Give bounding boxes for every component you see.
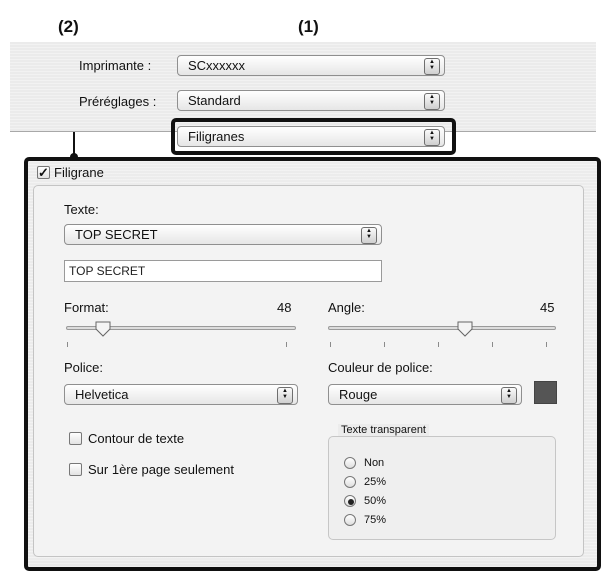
size-label: Format: — [64, 300, 109, 315]
slider-tick — [492, 342, 493, 347]
radio-non-label: Non — [364, 457, 385, 469]
popup-arrows-icon: ▲ ▼ — [501, 387, 517, 404]
transparency-title: Texte transparent — [338, 424, 429, 436]
first-page-checkbox-label: Sur 1ère page seulement — [88, 462, 234, 477]
color-popup[interactable]: Rouge ▲ ▼ — [328, 384, 522, 405]
color-label: Couleur de police: — [328, 360, 433, 375]
slider-tick — [286, 342, 287, 347]
slider-tick — [330, 342, 331, 347]
watermark-checkbox[interactable]: ✓ — [37, 166, 50, 179]
radio-75[interactable] — [344, 514, 356, 526]
font-popup-value: Helvetica — [75, 387, 129, 402]
slider-tick — [384, 342, 385, 347]
angle-slider-thumb[interactable] — [456, 320, 474, 338]
text-popup[interactable]: TOP SECRET ▲ ▼ — [64, 224, 382, 245]
printer-popup[interactable]: SCxxxxxx ▲ ▼ — [177, 55, 445, 76]
outline-checkbox[interactable] — [69, 432, 82, 445]
color-swatch[interactable] — [534, 381, 557, 404]
radio-selected-dot — [348, 499, 354, 505]
first-page-checkbox[interactable] — [69, 463, 82, 476]
popup-arrows-icon: ▲ ▼ — [424, 129, 440, 146]
text-label: Texte: — [64, 202, 99, 217]
radio-50-label: 50% — [364, 495, 387, 507]
radio-25[interactable] — [344, 476, 356, 488]
angle-label: Angle: — [328, 300, 365, 315]
transparency-group — [328, 436, 556, 540]
size-slider-thumb[interactable] — [94, 320, 112, 338]
popup-arrows-icon: ▲ ▼ — [424, 93, 440, 110]
radio-non[interactable] — [344, 457, 356, 469]
radio-25-label: 25% — [364, 476, 387, 488]
slider-tick — [67, 342, 68, 347]
slider-tick — [546, 342, 547, 347]
font-popup[interactable]: Helvetica ▲ ▼ — [64, 384, 298, 405]
popup-arrows-icon: ▲ ▼ — [361, 227, 377, 244]
outline-checkbox-label: Contour de texte — [88, 431, 185, 446]
watermark-checkbox-label: Filigrane — [54, 165, 104, 180]
printer-value: SCxxxxxx — [188, 58, 246, 73]
presets-label: Préréglages : — [79, 94, 157, 109]
text-popup-value: TOP SECRET — [75, 227, 158, 242]
presets-value: Standard — [188, 93, 241, 108]
popup-arrows-icon: ▲ ▼ — [424, 58, 440, 75]
panel-menu-value: Filigranes — [188, 129, 245, 144]
popup-arrows-icon: ▲ ▼ — [277, 387, 293, 404]
presets-popup[interactable]: Standard ▲ ▼ — [177, 90, 445, 111]
radio-75-label: 75% — [364, 514, 387, 526]
size-value: 48 — [277, 300, 292, 315]
angle-value: 45 — [540, 300, 555, 315]
angle-slider-track[interactable] — [328, 326, 556, 330]
text-field[interactable]: TOP SECRET — [64, 260, 382, 282]
printer-label: Imprimante : — [79, 58, 152, 73]
slider-tick — [438, 342, 439, 347]
radio-50[interactable] — [344, 495, 356, 507]
color-popup-value: Rouge — [339, 387, 378, 402]
panel-menu-popup[interactable]: Filigranes ▲ ▼ — [177, 126, 445, 147]
font-label: Police: — [64, 360, 104, 375]
